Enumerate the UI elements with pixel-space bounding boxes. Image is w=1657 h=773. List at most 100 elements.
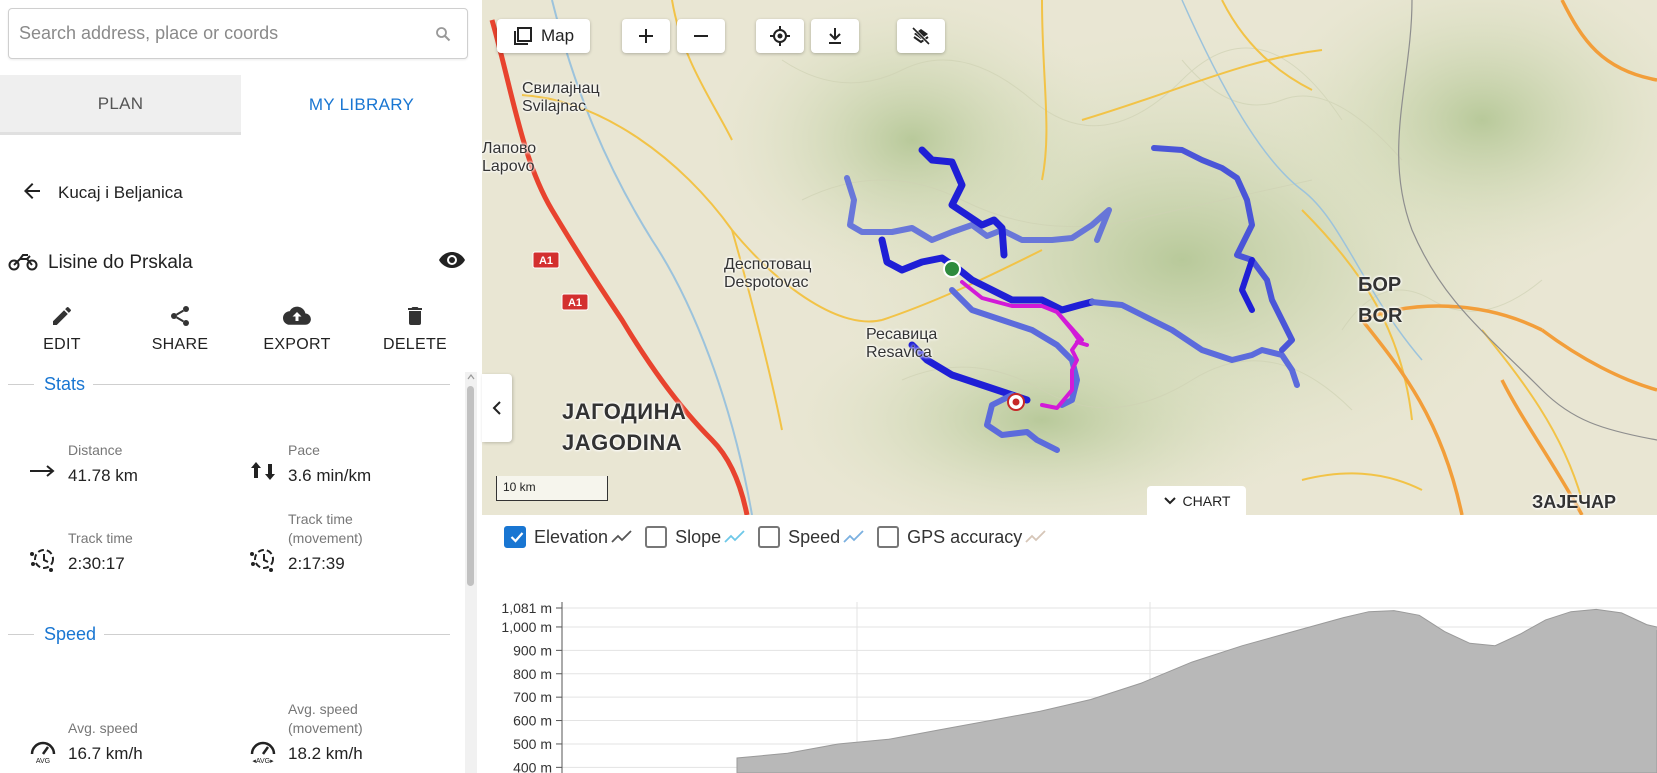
stats-header-label: Stats xyxy=(44,373,86,394)
layers-off-icon xyxy=(911,26,931,46)
export-label: EXPORT xyxy=(263,336,331,353)
locate-me-button[interactable] xyxy=(756,19,804,53)
trash-icon xyxy=(408,307,422,325)
cloud-upload-icon xyxy=(283,306,311,325)
track-name: Lisine do Prskala xyxy=(48,252,193,273)
y-tick-label: 1,000 m xyxy=(501,619,552,635)
stat-distance: Distance 41.78 km xyxy=(28,430,238,490)
zoom-out-button[interactable] xyxy=(677,19,725,53)
motorway-shield: A1 xyxy=(561,293,589,311)
plus-icon xyxy=(639,29,653,43)
edit-button[interactable]: EDIT xyxy=(17,304,107,354)
scroll-up-icon[interactable] xyxy=(467,372,475,382)
place-label-despotovac: Деспотовац Despotovac xyxy=(724,256,812,291)
zoom-in-button[interactable] xyxy=(622,19,670,53)
share-icon xyxy=(171,306,189,326)
pencil-icon xyxy=(53,306,71,325)
delete-button[interactable]: DELETE xyxy=(370,304,460,354)
stopwatch-icon xyxy=(248,544,278,574)
search-input[interactable] xyxy=(19,9,419,58)
arrow-right-icon xyxy=(28,456,58,486)
track-actions: EDIT SHARE EXPORT DELETE xyxy=(0,304,482,364)
start-marker[interactable] xyxy=(943,260,961,278)
distance-label: Distance xyxy=(68,442,123,458)
map-scale: 10 km xyxy=(496,476,608,501)
tab-my-library[interactable]: MY LIBRARY xyxy=(241,75,482,135)
avg-speed-label: Avg. speed xyxy=(68,720,138,736)
map-view[interactable]: A1 A1 Свилајнац Svilajnac Лапово Lapovo … xyxy=(482,0,1657,515)
folder-title: Kucaj i Beljanica xyxy=(58,183,183,202)
motorcycle-icon xyxy=(8,251,38,276)
layers-square-icon xyxy=(513,27,532,45)
edit-label: EDIT xyxy=(43,336,81,353)
place-label-zajecar: ЗАЈЕЧАР xyxy=(1532,492,1616,512)
svg-text:AVG: AVG xyxy=(36,758,50,764)
speedometer-icon: ◂AVG▸ xyxy=(248,734,278,765)
sidebar: PLAN MY LIBRARY Kucaj i Beljanica Lisine… xyxy=(0,0,482,773)
collapse-sidebar-button[interactable] xyxy=(482,374,512,442)
svg-text:A1: A1 xyxy=(568,297,582,309)
download-button[interactable] xyxy=(811,19,859,53)
speed-header: Speed xyxy=(8,622,450,646)
search-icon[interactable] xyxy=(435,26,451,42)
elevation-area[interactable] xyxy=(736,608,1657,773)
track-header: Lisine do Prskala xyxy=(8,248,466,278)
avg-speed-movement-label: Avg. speed (movement) xyxy=(288,701,363,736)
back-arrow-icon[interactable] xyxy=(20,179,44,208)
speed-header-label: Speed xyxy=(44,623,97,644)
sidebar-scrollbar[interactable] xyxy=(465,372,477,773)
y-tick-label: 400 m xyxy=(513,759,552,773)
track-time-value: 2:30:17 xyxy=(68,554,125,573)
layers-toggle-button[interactable] xyxy=(897,19,945,53)
y-tick-label: 600 m xyxy=(513,713,552,729)
share-button[interactable]: SHARE xyxy=(135,304,225,354)
motorway-shield: A1 xyxy=(532,251,560,269)
crosshair-icon xyxy=(770,26,790,46)
pace-value: 3.6 min/km xyxy=(288,466,372,485)
stats-panel: Stats Distance 41.78 km Pace 3.6 min/km … xyxy=(0,372,482,773)
search-box xyxy=(8,8,468,59)
stat-avg-speed: AVG Avg. speed 16.7 km/h xyxy=(28,708,238,768)
delete-label: DELETE xyxy=(382,336,448,353)
y-tick-label: 800 m xyxy=(513,666,552,682)
map-layer-label: Map xyxy=(540,26,575,45)
avg-speed-movement-value: 18.2 km/h xyxy=(288,744,363,763)
track-time-movement-value: 2:17:39 xyxy=(288,554,345,573)
pace-icon xyxy=(248,456,278,486)
y-tick-label: 1,081 m xyxy=(501,600,552,616)
stat-avg-speed-movement: ◂AVG▸ Avg. speed (movement) 18.2 km/h xyxy=(248,701,458,768)
place-label-lapovo: Лапово Lapovo xyxy=(482,140,537,175)
chart-panel: Elevation Slope Speed GPS accuracy 1,081… xyxy=(482,515,1657,773)
eye-icon[interactable] xyxy=(438,250,466,275)
map-layer-button[interactable]: Map xyxy=(497,19,590,53)
chevron-left-icon xyxy=(492,401,501,415)
chart-toggle-label: CHART xyxy=(1182,493,1231,509)
place-label-jagodina: ЈАГОДИНА JAGODINA xyxy=(562,399,687,455)
stat-track-time-movement: Track time (movement) 2:17:39 xyxy=(248,511,458,578)
scrollbar-thumb[interactable] xyxy=(467,386,474,586)
track-time-label: Track time xyxy=(68,530,133,546)
avg-speed-value: 16.7 km/h xyxy=(68,744,143,763)
stat-track-time: Track time 2:30:17 xyxy=(28,518,238,578)
place-label-bor: БОР BOR xyxy=(1358,274,1403,327)
chevron-down-icon xyxy=(1163,497,1176,505)
tab-bar: PLAN MY LIBRARY xyxy=(0,75,482,135)
y-tick-label: 700 m xyxy=(513,689,552,705)
y-tick-label: 500 m xyxy=(513,736,552,752)
chart-toggle-button[interactable]: CHART xyxy=(1147,486,1246,515)
stat-pace: Pace 3.6 min/km xyxy=(248,430,458,490)
place-label-svilajnac: Свилајнац Svilajnac xyxy=(522,80,600,115)
share-label: SHARE xyxy=(151,336,209,353)
place-label-resavica: Ресавица Resavica xyxy=(866,326,938,361)
elevation-chart[interactable]: 1,081 m 1,000 m 900 m 800 m 700 m 600 m 500 m 4… xyxy=(482,515,1657,773)
y-tick-label: 900 m xyxy=(513,642,552,658)
speedometer-icon: AVG xyxy=(28,734,58,765)
folder-header: Kucaj i Beljanica xyxy=(20,178,183,208)
stopwatch-icon xyxy=(28,544,58,574)
pace-label: Pace xyxy=(288,442,320,458)
track-time-movement-label: Track time (movement) xyxy=(288,511,363,546)
distance-value: 41.78 km xyxy=(68,466,138,485)
tab-plan[interactable]: PLAN xyxy=(0,75,241,135)
minus-icon xyxy=(694,35,708,37)
export-button[interactable]: EXPORT xyxy=(252,304,342,354)
